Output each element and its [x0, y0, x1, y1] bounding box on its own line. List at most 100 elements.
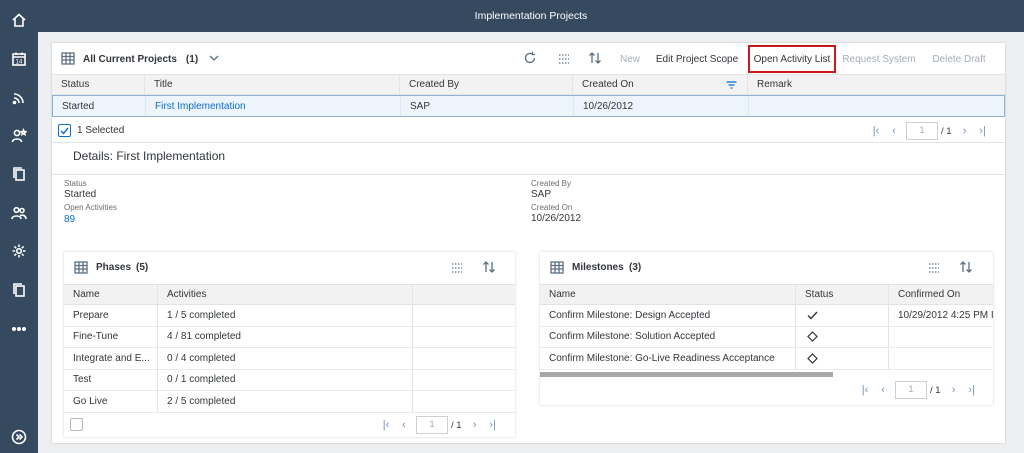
checkmark-icon	[807, 311, 818, 320]
milestone-confirmed-on: 10/29/2012 4:25 PM I	[898, 309, 993, 321]
page-input[interactable]: 1	[416, 416, 448, 434]
previous-page-icon[interactable]: ‹	[874, 384, 892, 396]
created-on-label: Created On	[531, 203, 573, 212]
refresh-icon[interactable]	[523, 51, 537, 68]
created-on-value: 10/26/2012	[531, 213, 582, 224]
open-activities-label: Open Activities	[64, 203, 117, 212]
select-checkbox[interactable]	[58, 124, 71, 137]
calendar-icon[interactable]: 14	[9, 49, 29, 69]
copy-icon[interactable]	[9, 280, 29, 300]
column-header-confirmed-on[interactable]: Confirmed On	[889, 285, 993, 304]
page-total: / 1	[451, 419, 462, 431]
selected-count: 1 Selected	[77, 125, 125, 136]
page-total: / 1	[941, 125, 952, 137]
phase-name: Integrate and E...	[64, 348, 158, 369]
table-row[interactable]: Confirm Milestone: Go-Live Readiness Acc…	[540, 348, 993, 370]
milestones-toolbar: Milestones (3)	[540, 252, 993, 284]
column-header-created-by[interactable]: Created By	[400, 75, 573, 94]
milestone-name: Confirm Milestone: Solution Accepted	[540, 326, 796, 347]
column-header-name[interactable]: Name	[64, 285, 158, 304]
first-page-icon[interactable]: |‹	[377, 419, 395, 431]
table-row[interactable]: Prepare 1 / 5 completed	[64, 305, 515, 327]
details-title: Details: First Implementation	[73, 149, 226, 163]
request-system-button[interactable]: Request System	[839, 45, 919, 73]
settings-icon[interactable]	[450, 261, 464, 278]
table-row[interactable]: Confirm Milestone: Design Accepted 10/29…	[540, 305, 993, 327]
copy-icon[interactable]	[9, 164, 29, 184]
table-row[interactable]: Go Live 2 / 5 completed	[64, 391, 515, 413]
phase-name: Fine-Tune	[64, 326, 158, 347]
projects-count: (1)	[185, 53, 199, 65]
expand-icon[interactable]	[9, 427, 29, 447]
delete-draft-button[interactable]: Delete Draft	[925, 45, 993, 73]
page-input[interactable]: 1	[906, 122, 938, 140]
column-header-remark[interactable]: Remark	[748, 75, 1005, 94]
projects-variant-selector[interactable]: All Current Projects (1)	[83, 43, 219, 75]
created-by-label: Created By	[531, 179, 572, 188]
settings-icon[interactable]	[9, 241, 29, 261]
home-icon[interactable]	[9, 10, 29, 30]
phase-activities: 0 / 4 completed	[158, 348, 413, 369]
phases-pager: |‹ ‹ 1 / 1 › ›|	[377, 416, 502, 434]
user-favorite-icon[interactable]	[9, 126, 29, 146]
app-title: Implementation Projects	[474, 10, 588, 22]
last-page-icon[interactable]: ›|	[484, 419, 502, 431]
projects-pager: |‹ ‹ 1 / 1 › ›|	[867, 122, 992, 140]
projects-toolbar: All Current Projects (1) New Edit Projec…	[52, 43, 1005, 75]
next-page-icon[interactable]: ›	[466, 419, 484, 431]
row-created-by: SAP	[401, 96, 574, 116]
group-icon[interactable]	[9, 203, 29, 223]
next-page-icon[interactable]: ›	[956, 125, 974, 137]
phase-activities: 0 / 1 completed	[158, 369, 413, 390]
select-all-checkbox[interactable]	[70, 418, 83, 431]
open-activities-link[interactable]: 89	[64, 214, 75, 225]
settings-icon[interactable]	[557, 52, 571, 69]
sort-icon[interactable]	[959, 260, 973, 277]
table-row[interactable]: Integrate and E... 0 / 4 completed	[64, 348, 515, 370]
table-row[interactable]: Started First Implementation SAP 10/26/2…	[52, 95, 1005, 117]
table-icon	[550, 261, 564, 277]
previous-page-icon[interactable]: ‹	[885, 125, 903, 137]
column-header-created-on[interactable]: Created On	[573, 75, 748, 94]
horizontal-scrollbar[interactable]	[540, 372, 833, 377]
column-header-name[interactable]: Name	[540, 285, 796, 304]
column-header-status[interactable]: Status	[796, 285, 889, 304]
new-button[interactable]: New	[612, 45, 648, 73]
settings-icon[interactable]	[927, 261, 941, 278]
edit-project-scope-button[interactable]: Edit Project Scope	[652, 45, 742, 73]
next-page-icon[interactable]: ›	[945, 384, 963, 396]
sort-icon[interactable]	[588, 51, 602, 68]
table-row[interactable]: Fine-Tune 4 / 81 completed	[64, 326, 515, 348]
milestones-count: (3)	[629, 262, 642, 273]
page-input[interactable]: 1	[895, 381, 927, 399]
previous-page-icon[interactable]: ‹	[395, 419, 413, 431]
milestone-name: Confirm Milestone: Design Accepted	[540, 305, 796, 326]
sort-icon[interactable]	[482, 260, 496, 277]
phase-name: Prepare	[64, 305, 158, 326]
status-label: Status	[64, 179, 87, 188]
column-header-title[interactable]: Title	[145, 75, 400, 94]
phases-count: (5)	[136, 262, 149, 273]
last-page-icon[interactable]: ›|	[974, 125, 992, 137]
column-header-activities[interactable]: Activities	[158, 285, 413, 304]
column-header-status[interactable]: Status	[52, 75, 145, 94]
projects-table-header: Status Title Created By Created On Remar…	[52, 74, 1005, 95]
details-divider	[52, 174, 1005, 175]
row-created-on: 10/26/2012	[574, 96, 749, 116]
first-page-icon[interactable]: |‹	[856, 384, 874, 396]
open-activity-list-button[interactable]: Open Activity List	[748, 45, 836, 73]
row-title-link[interactable]: First Implementation	[146, 96, 401, 116]
milestone-name: Confirm Milestone: Go-Live Readiness Acc…	[540, 348, 796, 369]
feed-icon[interactable]	[9, 88, 29, 108]
phase-name: Test	[64, 369, 158, 390]
side-navigation: 14	[0, 0, 38, 453]
table-row[interactable]: Confirm Milestone: Solution Accepted	[540, 326, 993, 348]
last-page-icon[interactable]: ›|	[963, 384, 981, 396]
table-row[interactable]: Test 0 / 1 completed	[64, 369, 515, 391]
svg-text:14: 14	[16, 60, 23, 66]
first-page-icon[interactable]: |‹	[867, 125, 885, 137]
milestone-status	[796, 326, 889, 347]
diamond-icon	[807, 331, 818, 343]
milestone-confirmed-on	[889, 348, 993, 369]
more-icon[interactable]	[9, 319, 29, 339]
